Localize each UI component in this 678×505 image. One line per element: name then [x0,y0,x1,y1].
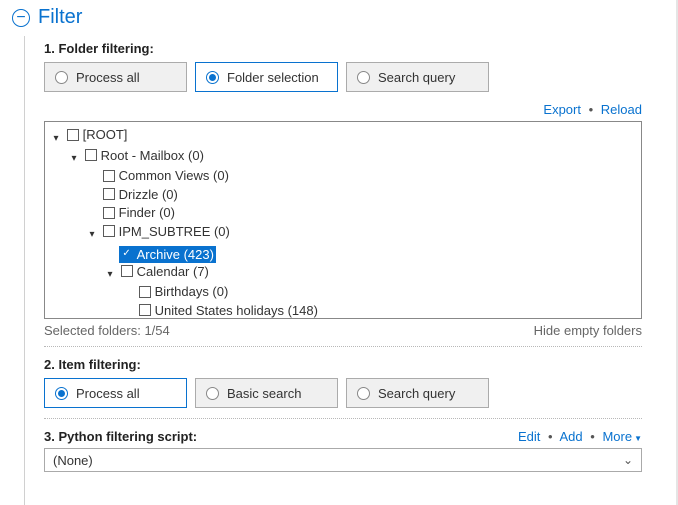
section1-title: 1. Folder filtering: [44,41,642,56]
tree-label: United States holidays (148) [155,302,318,319]
reload-link[interactable]: Reload [601,102,642,117]
tree-node-root-mailbox[interactable]: Root - Mailbox (0) [83,147,206,164]
tree-node-common-views[interactable]: Common Views (0) [101,167,231,184]
expander-icon[interactable] [105,265,115,283]
tree-label: Drizzle (0) [119,186,178,203]
folder-filtering-options: Process all Folder selection Search quer… [44,62,642,92]
radio-icon [357,71,370,84]
checkbox[interactable] [121,265,133,277]
section-separator [44,346,642,347]
script-add-link[interactable]: Add [560,429,583,444]
bullet-sep: • [589,102,594,117]
radio-label: Process all [76,70,140,85]
selected-folders-count: Selected folders: 1/54 [44,323,170,338]
folder-opt-process-all[interactable]: Process all [44,62,187,92]
script-select-value: (None) [53,453,93,468]
tree-label: [ROOT] [83,126,128,143]
tree-label: Calendar (7) [137,263,209,280]
radio-icon [55,387,68,400]
tree-label: IPM_SUBTREE (0) [119,223,230,240]
radio-icon [206,71,219,84]
item-filtering-options: Process all Basic search Search query [44,378,642,408]
export-link[interactable]: Export [543,102,581,117]
tree-node-ipm-subtree[interactable]: IPM_SUBTREE (0) [101,223,232,240]
script-more-menu[interactable]: More [602,429,642,444]
tree-links: Export • Reload [44,102,642,117]
tree-node-finder[interactable]: Finder (0) [101,204,177,221]
radio-label: Process all [76,386,140,401]
bullet-sep: • [548,429,553,444]
tree-label: Common Views (0) [119,167,229,184]
radio-label: Search query [378,386,455,401]
collapse-icon[interactable] [12,9,30,27]
radio-icon [55,71,68,84]
checkbox[interactable] [139,304,151,316]
tree-label: Finder (0) [119,204,175,221]
checkbox[interactable] [103,170,115,182]
panel-title: Filter [38,6,82,29]
checkbox[interactable] [103,225,115,237]
tree-label: Root - Mailbox (0) [101,147,204,164]
script-links: Edit • Add • More [518,429,642,444]
item-opt-search-query[interactable]: Search query [346,378,489,408]
checkbox[interactable] [103,188,115,200]
radio-icon [206,387,219,400]
tree-node-drizzle[interactable]: Drizzle (0) [101,186,180,203]
hide-empty-folders-link[interactable]: Hide empty folders [534,323,642,338]
radio-label: Folder selection [227,70,319,85]
section-separator [44,418,642,419]
checkbox[interactable] [85,149,97,161]
script-edit-link[interactable]: Edit [518,429,540,444]
tree-node-birthdays[interactable]: Birthdays (0) [137,283,231,300]
tree-node-root[interactable]: [ROOT] [65,126,130,143]
vertical-rule [24,36,25,505]
checkbox[interactable] [67,129,79,141]
expander-icon[interactable] [87,225,97,243]
radio-icon [357,387,370,400]
item-opt-process-all[interactable]: Process all [44,378,187,408]
folder-opt-folder-selection[interactable]: Folder selection [195,62,338,92]
script-select[interactable]: (None) ⌄ [44,448,642,472]
bullet-sep: • [590,429,595,444]
section3-title: 3. Python filtering script: [44,429,197,444]
folder-opt-search-query[interactable]: Search query [346,62,489,92]
item-opt-basic-search[interactable]: Basic search [195,378,338,408]
folder-tree[interactable]: [ROOT] Root - Mailbox (0) [44,121,642,319]
expander-icon[interactable] [51,129,61,147]
tree-label: Archive (423) [137,246,214,263]
tree-node-archive[interactable]: Archive (423) [119,246,216,263]
checkbox[interactable] [121,248,133,260]
panel-header: Filter [0,0,678,39]
tree-node-us-holidays[interactable]: United States holidays (148) [137,302,320,319]
radio-label: Basic search [227,386,301,401]
radio-label: Search query [378,70,455,85]
expander-icon[interactable] [69,149,79,167]
section2-title: 2. Item filtering: [44,357,642,372]
tree-label: Birthdays (0) [155,283,229,300]
checkbox[interactable] [139,286,151,298]
chevron-down-icon: ⌄ [623,454,633,466]
tree-node-calendar[interactable]: Calendar (7) [119,263,211,280]
tree-status-row: Selected folders: 1/54 Hide empty folder… [44,323,642,338]
checkbox[interactable] [103,207,115,219]
